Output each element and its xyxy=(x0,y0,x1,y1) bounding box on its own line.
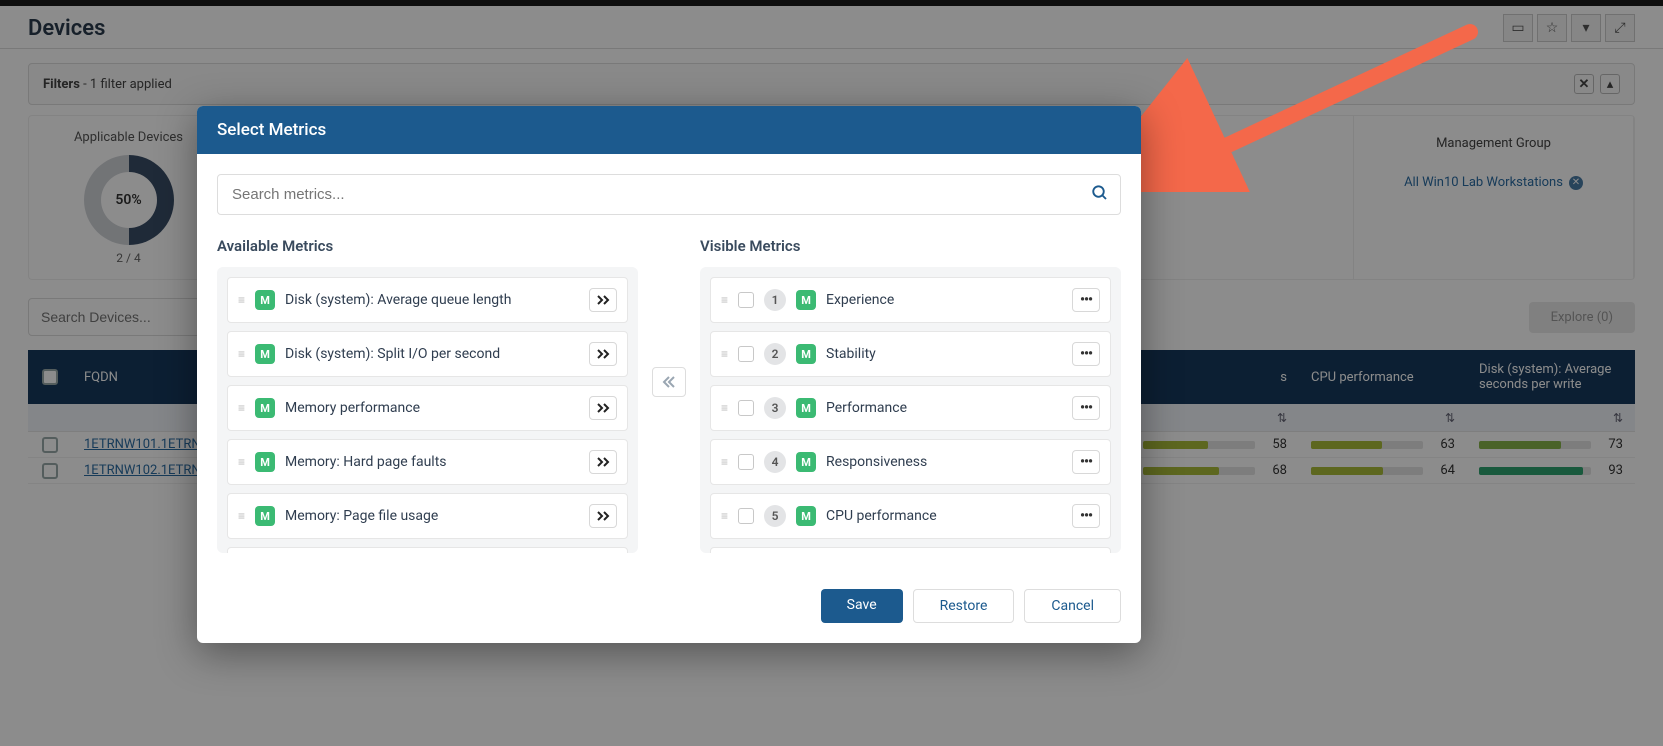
search-metrics-wrap xyxy=(217,174,1121,215)
move-right-button[interactable] xyxy=(589,450,617,474)
move-right-button[interactable] xyxy=(589,288,617,312)
available-metric-item[interactable]: ≡ M Disk (system): Split I/O per second xyxy=(227,331,628,377)
available-metric-item[interactable]: ≡ M Memory: Page file usage xyxy=(227,493,628,539)
drag-handle-icon[interactable]: ≡ xyxy=(238,401,245,415)
metric-order-badge: 1 xyxy=(764,289,786,311)
modal-body: Available Metrics ≡ M Disk (system): Ave… xyxy=(197,154,1141,573)
metric-badge-icon: M xyxy=(796,452,816,472)
visible-metric-item[interactable]: ≡ 2 M Stability ••• xyxy=(710,331,1111,377)
available-metric-item[interactable]: ≡ M Memory performance xyxy=(227,385,628,431)
cancel-button[interactable]: Cancel xyxy=(1024,589,1121,623)
metric-label: Stability xyxy=(826,346,1062,362)
metric-label: Memory: Page file usage xyxy=(285,508,579,524)
metric-badge-icon: M xyxy=(255,290,275,310)
modal-title: Select Metrics xyxy=(197,106,1141,154)
move-all-left-button[interactable] xyxy=(652,367,686,397)
metric-label: Memory: Hard page faults xyxy=(285,454,579,470)
metric-badge-icon: M xyxy=(796,290,816,310)
drag-handle-icon[interactable]: ≡ xyxy=(721,455,728,469)
metric-badge-icon: M xyxy=(255,452,275,472)
metric-badge-icon: M xyxy=(255,398,275,418)
metric-label: Disk (system): Split I/O per second xyxy=(285,346,579,362)
save-button[interactable]: Save xyxy=(821,589,903,623)
metric-badge-icon: M xyxy=(796,344,816,364)
metric-checkbox[interactable] xyxy=(738,400,754,416)
visible-metric-item[interactable]: ≡ 5 M CPU performance ••• xyxy=(710,493,1111,539)
metric-label: Performance xyxy=(826,400,1062,416)
move-right-button[interactable] xyxy=(589,342,617,366)
available-column: Available Metrics ≡ M Disk (system): Ave… xyxy=(217,237,638,553)
metrics-columns: Available Metrics ≡ M Disk (system): Ave… xyxy=(217,237,1121,553)
select-metrics-modal: Select Metrics Available Metrics ≡ M Dis… xyxy=(197,106,1141,643)
available-list: ≡ M Disk (system): Average queue length … xyxy=(217,267,638,553)
metric-label: Memory performance xyxy=(285,400,579,416)
available-title: Available Metrics xyxy=(217,237,638,255)
metric-label: Disk (system): Average queue length xyxy=(285,292,579,308)
drag-handle-icon[interactable]: ≡ xyxy=(721,347,728,361)
visible-metric-item[interactable]: ≡ 4 M Responsiveness ••• xyxy=(710,439,1111,485)
visible-column: Visible Metrics ≡ 1 M Experience ••• ≡ 2… xyxy=(700,237,1121,553)
drag-handle-icon[interactable]: ≡ xyxy=(721,293,728,307)
visible-metric-item[interactable]: ≡ 1 M Experience ••• xyxy=(710,277,1111,323)
move-middle xyxy=(638,237,700,397)
move-right-button[interactable] xyxy=(589,396,617,420)
available-metric-item[interactable]: ≡ M Memory: Physical memory usage xyxy=(227,547,628,553)
metric-order-badge: 3 xyxy=(764,397,786,419)
metric-checkbox[interactable] xyxy=(738,454,754,470)
drag-handle-icon[interactable]: ≡ xyxy=(238,347,245,361)
drag-handle-icon[interactable]: ≡ xyxy=(238,293,245,307)
metric-badge-icon: M xyxy=(796,506,816,526)
metric-more-button[interactable]: ••• xyxy=(1072,288,1100,312)
available-metric-item[interactable]: ≡ M Memory: Hard page faults xyxy=(227,439,628,485)
metric-label: Experience xyxy=(826,292,1062,308)
drag-handle-icon[interactable]: ≡ xyxy=(721,509,728,523)
metric-order-badge: 4 xyxy=(764,451,786,473)
available-metric-item[interactable]: ≡ M Disk (system): Average queue length xyxy=(227,277,628,323)
move-right-button[interactable] xyxy=(589,504,617,528)
metric-more-button[interactable]: ••• xyxy=(1072,396,1100,420)
drag-handle-icon[interactable]: ≡ xyxy=(721,401,728,415)
visible-metric-item[interactable]: ≡ 6 M Disk (system): Average seconds per… xyxy=(710,547,1111,553)
drag-handle-icon[interactable]: ≡ xyxy=(238,509,245,523)
metric-checkbox[interactable] xyxy=(738,292,754,308)
visible-list: ≡ 1 M Experience ••• ≡ 2 M Stability •••… xyxy=(700,267,1121,553)
metric-badge-icon: M xyxy=(255,506,275,526)
metric-badge-icon: M xyxy=(255,344,275,364)
metric-label: Responsiveness xyxy=(826,454,1062,470)
metric-checkbox[interactable] xyxy=(738,508,754,524)
metric-more-button[interactable]: ••• xyxy=(1072,504,1100,528)
metric-badge-icon: M xyxy=(796,398,816,418)
search-icon[interactable] xyxy=(1091,184,1109,206)
metric-more-button[interactable]: ••• xyxy=(1072,342,1100,366)
metric-order-badge: 2 xyxy=(764,343,786,365)
metric-checkbox[interactable] xyxy=(738,346,754,362)
search-metrics-input[interactable] xyxy=(217,174,1121,215)
metric-label: CPU performance xyxy=(826,508,1062,524)
restore-button[interactable]: Restore xyxy=(913,589,1015,623)
visible-title: Visible Metrics xyxy=(700,237,1121,255)
modal-footer: Save Restore Cancel xyxy=(197,573,1141,643)
visible-metric-item[interactable]: ≡ 3 M Performance ••• xyxy=(710,385,1111,431)
metric-order-badge: 5 xyxy=(764,505,786,527)
metric-more-button[interactable]: ••• xyxy=(1072,450,1100,474)
drag-handle-icon[interactable]: ≡ xyxy=(238,455,245,469)
